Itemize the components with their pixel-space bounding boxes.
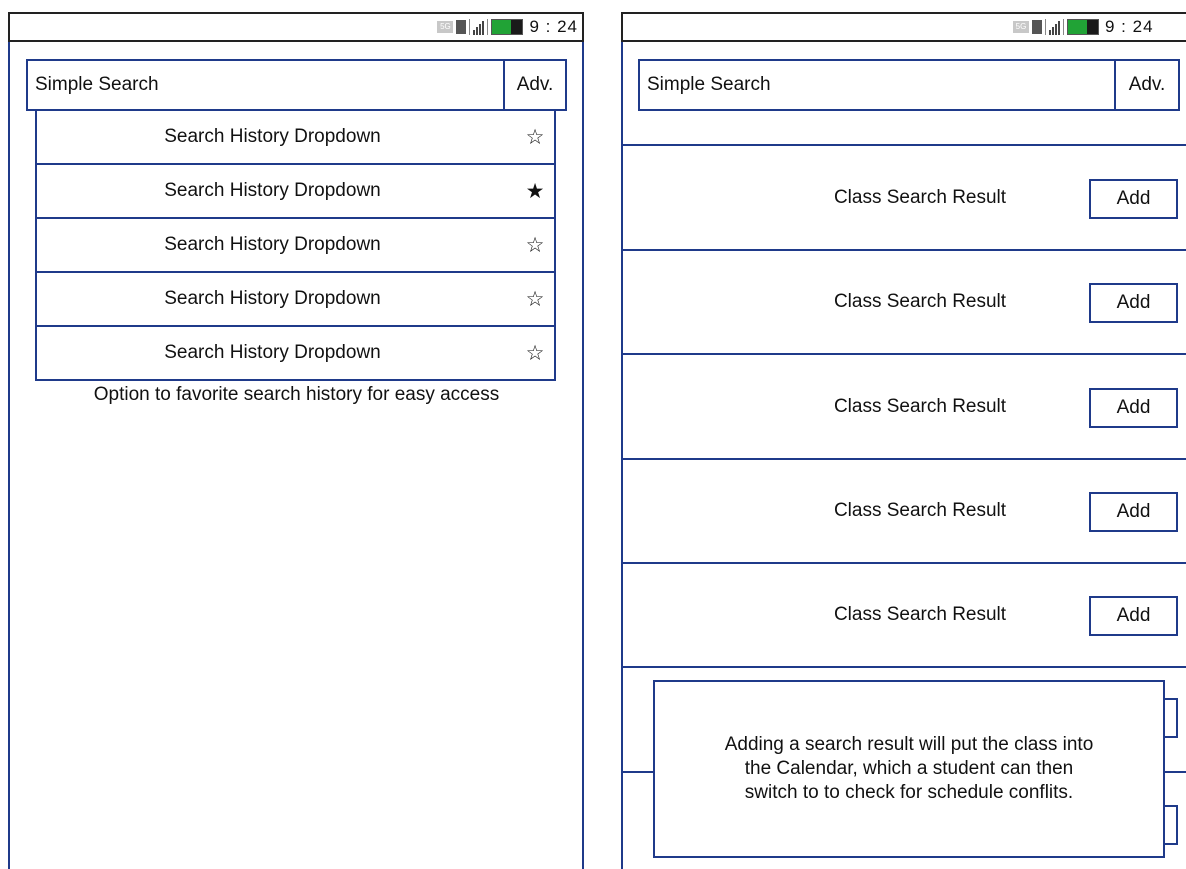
signal-icon	[456, 20, 467, 34]
class-search-result: Class Search Result	[833, 396, 1007, 417]
network-5g-icon: 5G	[1013, 21, 1029, 33]
history-item[interactable]: Search History Dropdown ★	[35, 163, 556, 219]
history-item[interactable]: Search History Dropdown ☆	[35, 109, 556, 165]
favorite-star-icon[interactable]: ☆	[516, 287, 554, 311]
search-history-list: Search History Dropdown ☆ Search History…	[35, 109, 556, 381]
add-class-button[interactable]: Add	[1089, 492, 1178, 532]
simple-search-input[interactable]: Simple Search	[28, 61, 503, 109]
history-item-label: Search History Dropdown	[164, 288, 381, 309]
simple-search-input[interactable]: Simple Search	[640, 61, 1114, 109]
history-item-label: Search History Dropdown	[164, 342, 381, 363]
add-class-button[interactable]: Add	[1089, 179, 1178, 219]
favorite-star-icon[interactable]: ☆	[516, 341, 554, 365]
status-time: 9 : 24	[529, 17, 578, 36]
annotation-line: switch to to check for schedule conflits…	[744, 782, 1074, 803]
left-status-bar: 5G 9 : 24	[8, 12, 584, 42]
battery-icon	[1067, 19, 1099, 35]
history-item[interactable]: Search History Dropdown ☆	[35, 271, 556, 327]
history-item-label: Search History Dropdown	[164, 234, 381, 255]
add-class-button[interactable]: Add	[1089, 283, 1178, 323]
result-divider	[621, 249, 1186, 251]
annotation-line: the Calendar, which a student can then	[744, 758, 1074, 779]
result-divider	[621, 458, 1186, 460]
class-search-result: Class Search Result	[833, 604, 1007, 625]
left-search-bar: Simple Search Adv.	[26, 59, 567, 111]
battery-icon	[491, 19, 524, 35]
history-item[interactable]: Search History Dropdown ☆	[35, 217, 556, 273]
favorite-star-icon[interactable]: ☆	[516, 125, 554, 149]
history-item-label: Search History Dropdown	[164, 180, 381, 201]
annotation-line: Adding a search result will put the clas…	[724, 734, 1094, 755]
signal-bars-icon	[1045, 19, 1064, 35]
network-5g-icon: 5G	[437, 21, 454, 33]
result-divider	[621, 562, 1186, 564]
result-divider	[621, 144, 1186, 146]
result-divider	[621, 353, 1186, 355]
add-class-button[interactable]: Add	[1089, 596, 1178, 636]
signal-icon	[1032, 20, 1042, 34]
result-divider	[621, 666, 1186, 668]
signal-bars-icon	[469, 19, 489, 35]
status-time: 9 : 24	[1105, 17, 1154, 36]
advanced-search-button[interactable]: Adv.	[503, 61, 565, 109]
favorite-note: Option to favorite search history for ea…	[93, 384, 500, 405]
history-item[interactable]: Search History Dropdown ☆	[35, 325, 556, 381]
favorite-star-filled-icon[interactable]: ★	[516, 179, 554, 203]
right-search-bar: Simple Search Adv.	[638, 59, 1180, 111]
add-class-button[interactable]: Add	[1089, 388, 1178, 428]
favorite-star-icon[interactable]: ☆	[516, 233, 554, 257]
class-search-result: Class Search Result	[833, 500, 1007, 521]
add-result-annotation: Adding a search result will put the clas…	[653, 680, 1165, 858]
right-status-bar: 5G 9 : 24	[621, 12, 1186, 42]
class-search-result: Class Search Result	[833, 291, 1007, 312]
class-search-result: Class Search Result	[833, 187, 1007, 208]
advanced-search-button[interactable]: Adv.	[1114, 61, 1178, 109]
history-item-label: Search History Dropdown	[164, 126, 381, 147]
